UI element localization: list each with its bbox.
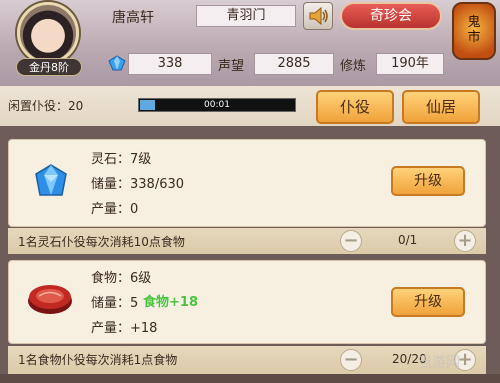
resource-output: 产量：+18 <box>91 321 158 336</box>
player-name: 唐高轩 <box>112 10 154 26</box>
upgrade-button[interactable]: 升级 <box>391 166 465 196</box>
food-panel: 食物：6级 储量：5 食物+18 产量：+18 升级 <box>8 260 486 344</box>
ghost-market-label: 鬼市 <box>467 15 481 45</box>
player-avatar-area[interactable]: 金丹8阶 <box>8 2 90 80</box>
sound-button[interactable] <box>303 2 333 30</box>
sect-name: 青羽门 <box>196 5 296 27</box>
servant-count: 0/1 <box>398 233 418 247</box>
spirit-stone-footer: 1名灵石仆役每次消耗10点食物 − 0/1 + <box>8 228 486 254</box>
resource-output: 产量：0 <box>91 202 139 217</box>
upgrade-button[interactable]: 升级 <box>391 287 465 317</box>
consumption-note: 1名食物仆役每次消耗1点食物 <box>18 353 178 367</box>
speaker-icon <box>309 6 328 26</box>
idle-servants-label: 闲置仆役：20 <box>8 99 84 113</box>
food-footer: 1名食物仆役每次消耗1点食物 − 20/20 + <box>8 346 486 374</box>
resource-level: 食物：6级 <box>91 271 152 286</box>
avatar[interactable] <box>17 2 79 64</box>
resource-level: 灵石：7级 <box>91 152 152 167</box>
reputation-label: 声望 <box>218 59 245 74</box>
gain-popup: 食物+18 <box>143 295 198 310</box>
watermark: 当游网 <box>418 355 460 371</box>
bottom-strip <box>0 374 500 383</box>
top-header: 金丹8阶 唐高轩 青羽门 奇珍会 鬼市 338 声望 2885 修炼 190年 <box>0 0 500 86</box>
spirit-stone-icon <box>108 55 126 71</box>
timer-bar: 00:01 <box>138 98 296 112</box>
ghost-market-button[interactable]: 鬼市 <box>452 2 496 60</box>
cultivation-value: 190年 <box>376 53 444 75</box>
reputation-value: 2885 <box>254 53 334 75</box>
timer-text: 00:01 <box>204 100 230 110</box>
meat-icon <box>28 285 72 314</box>
cultivation-label: 修炼 <box>340 59 367 74</box>
servant-button[interactable]: 仆役 <box>316 90 394 124</box>
treasure-fair-button[interactable]: 奇珍会 <box>340 2 442 30</box>
decrease-button[interactable]: − <box>340 230 362 252</box>
resource-storage: 储量：5 <box>91 296 139 311</box>
rank-badge: 金丹8阶 <box>16 58 82 76</box>
spirit-stone-count: 338 <box>128 53 212 75</box>
spirit-stone-panel: 灵石：7级 储量：338/630 产量：0 升级 <box>8 139 486 227</box>
increase-button[interactable]: + <box>454 230 476 252</box>
consumption-note: 1名灵石仆役每次消耗10点食物 <box>18 235 185 249</box>
residence-button[interactable]: 仙居 <box>402 90 480 124</box>
decrease-button[interactable]: − <box>340 349 362 371</box>
blue-crystal-icon <box>35 164 67 196</box>
resource-storage: 储量：338/630 <box>91 177 185 192</box>
